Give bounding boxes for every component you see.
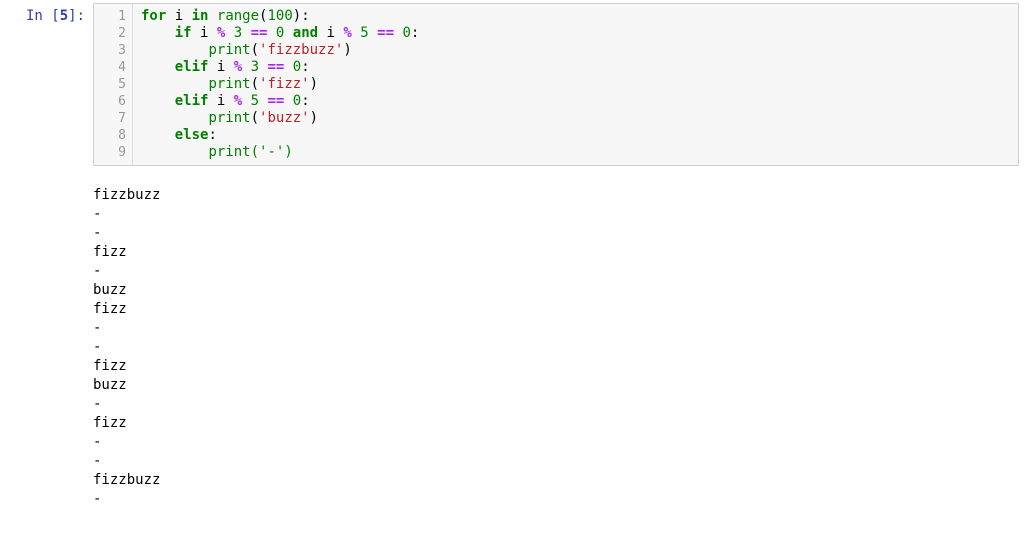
line-number: 5 [94, 76, 126, 93]
line-number: 3 [94, 42, 126, 59]
prompt-close: ]: [68, 8, 85, 24]
code-line[interactable]: print('fizz') [141, 76, 1010, 93]
code-line[interactable]: print('fizzbuzz') [141, 42, 1010, 59]
prompt-exec-count: 5 [60, 8, 68, 24]
line-number: 1 [94, 8, 126, 25]
code-line[interactable]: elif i % 3 == 0: [141, 59, 1010, 76]
code-line[interactable]: if i % 3 == 0 and i % 5 == 0: [141, 25, 1010, 42]
code-editor[interactable]: for i in range(100): if i % 3 == 0 and i… [133, 4, 1018, 165]
line-number: 8 [94, 127, 126, 144]
stdout-output: fizzbuzz - - fizz - buzz fizz - - fizz b… [85, 180, 1019, 509]
code-line[interactable]: for i in range(100): [141, 8, 1010, 25]
line-number: 2 [94, 25, 126, 42]
code-cell: In [5]: 123456789 for i in range(100): i… [0, 0, 1024, 166]
code-line[interactable]: print('buzz') [141, 110, 1010, 127]
code-line[interactable]: else: [141, 127, 1010, 144]
line-number: 6 [94, 93, 126, 110]
line-number-gutter: 123456789 [94, 4, 133, 165]
prompt-in-label: In [ [26, 8, 60, 24]
line-number: 9 [94, 144, 126, 161]
line-number: 4 [94, 59, 126, 76]
code-input-area[interactable]: 123456789 for i in range(100): if i % 3 … [93, 3, 1019, 166]
output-row: fizzbuzz - - fizz - buzz fizz - - fizz b… [0, 166, 1024, 523]
code-line[interactable]: elif i % 5 == 0: [141, 93, 1010, 110]
input-prompt: In [5]: [5, 3, 93, 25]
code-line[interactable]: print('-') [141, 144, 1010, 161]
line-number: 7 [94, 110, 126, 127]
